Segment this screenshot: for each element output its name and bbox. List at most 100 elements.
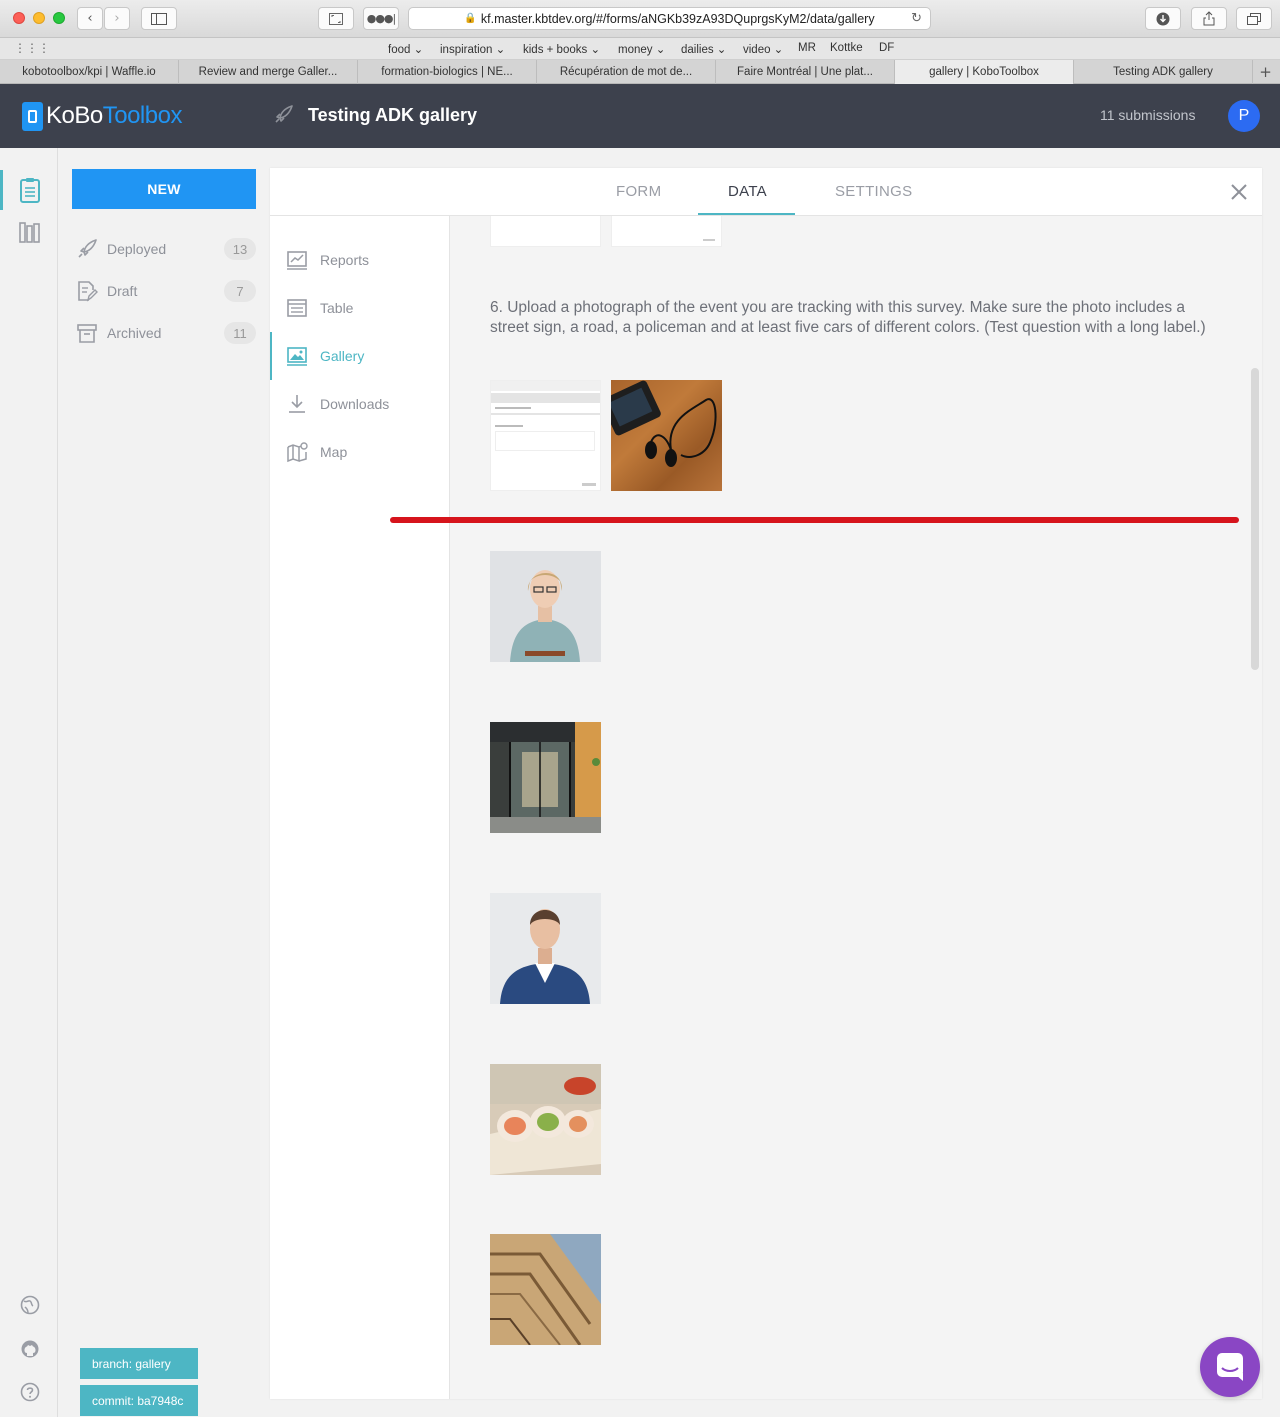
new-button[interactable]: NEW bbox=[72, 169, 256, 209]
forward-button[interactable]: › bbox=[104, 7, 130, 30]
kobo-logo[interactable]: KoBo Toolbox bbox=[22, 101, 182, 131]
browser-tab[interactable]: Review and merge Galler... bbox=[179, 60, 358, 84]
logo-text-kobo: KoBo bbox=[46, 102, 103, 129]
gallery-thumbnail[interactable] bbox=[490, 1234, 601, 1345]
icon-rail bbox=[0, 148, 58, 1417]
gallery-thumbnail[interactable] bbox=[611, 216, 722, 247]
active-tab-underline bbox=[698, 213, 795, 215]
subnav-label: Table bbox=[320, 300, 354, 316]
rocket-icon bbox=[78, 239, 97, 258]
close-icon[interactable] bbox=[1228, 181, 1250, 203]
earphones-photo bbox=[611, 380, 717, 467]
browser-tab-active[interactable]: gallery | KoboToolbox bbox=[895, 60, 1074, 84]
subnav-item-reports[interactable]: Reports bbox=[270, 240, 450, 280]
subnav-label: Gallery bbox=[320, 348, 365, 364]
browser-tab[interactable]: Testing ADK gallery bbox=[1074, 60, 1253, 84]
food-photo bbox=[490, 1064, 601, 1175]
app-header: KoBo Toolbox bbox=[0, 84, 1280, 148]
favorite-link[interactable]: inspiration ⌄ bbox=[440, 42, 505, 56]
minimize-window-button[interactable] bbox=[33, 12, 45, 24]
browser-tab[interactable]: kobotoolbox/kpi | Waffle.io bbox=[0, 60, 179, 84]
gallery-thumbnail[interactable] bbox=[490, 380, 601, 491]
close-window-button[interactable] bbox=[13, 12, 25, 24]
expand-icon bbox=[329, 12, 343, 25]
sidebar-item-label: Archived bbox=[107, 325, 162, 341]
fullscreen-button[interactable] bbox=[318, 7, 354, 30]
commit-badge: commit: ba7948c bbox=[80, 1385, 198, 1416]
share-icon bbox=[1203, 11, 1215, 26]
rocket-icon bbox=[275, 105, 293, 123]
tab-form[interactable]: FORM bbox=[616, 183, 661, 200]
browser-tab[interactable]: formation-biologics | NE... bbox=[358, 60, 537, 84]
gallery-thumbnail[interactable] bbox=[490, 551, 601, 662]
tab-settings[interactable]: SETTINGS bbox=[835, 183, 912, 200]
scrollbar[interactable] bbox=[1251, 368, 1259, 670]
subnav-item-table[interactable]: Table bbox=[270, 288, 450, 328]
chat-button[interactable] bbox=[1200, 1337, 1260, 1397]
tabs-overview-button[interactable] bbox=[1236, 7, 1272, 30]
subnav-label: Downloads bbox=[320, 396, 390, 412]
gallery-thumbnail[interactable] bbox=[490, 893, 601, 1004]
count-badge: 7 bbox=[224, 280, 256, 302]
github-icon[interactable] bbox=[20, 1339, 40, 1359]
reports-icon bbox=[287, 251, 307, 270]
logo-text-toolbox: Toolbox bbox=[102, 102, 183, 129]
building-photo bbox=[490, 1234, 601, 1345]
gallery-thumbnail[interactable] bbox=[490, 216, 601, 247]
browser-tab[interactable]: Récupération de mot de... bbox=[537, 60, 716, 84]
zoom-window-button[interactable] bbox=[53, 12, 65, 24]
portrait-woman-photo bbox=[510, 570, 580, 662]
annotation-red-line bbox=[390, 517, 1239, 523]
table-icon bbox=[287, 299, 307, 317]
favorite-link[interactable]: video ⌄ bbox=[743, 42, 783, 56]
browser-toolbar: ‹ › ●●●| 🔒 kf.master.kbtdev.org/#/forms/… bbox=[0, 0, 1280, 38]
map-icon bbox=[287, 442, 308, 463]
favorite-link[interactable]: MR bbox=[798, 42, 816, 54]
reload-icon[interactable]: ↻ bbox=[911, 11, 922, 26]
gallery-thumbnail[interactable] bbox=[490, 1064, 601, 1175]
sidebar-item-archived[interactable]: Archived 11 bbox=[72, 318, 256, 348]
sidebar-item-draft[interactable]: Draft 7 bbox=[72, 276, 256, 306]
gallery-thumbnail[interactable] bbox=[611, 380, 722, 491]
favorite-link[interactable]: money ⌄ bbox=[618, 42, 665, 56]
subnav-item-gallery[interactable]: Gallery bbox=[270, 336, 450, 376]
avatar[interactable]: P bbox=[1228, 100, 1260, 132]
grid-icon[interactable]: ⋮⋮⋮ bbox=[14, 41, 50, 55]
browser-tab[interactable]: Faire Montréal | Une plat... bbox=[716, 60, 895, 84]
office-interior-photo bbox=[490, 722, 601, 833]
new-tab-icon[interactable]: + bbox=[1253, 60, 1278, 83]
chevron-left-icon: ‹ bbox=[87, 11, 93, 26]
browser-tab-strip: kobotoolbox/kpi | Waffle.io Review and m… bbox=[0, 60, 1280, 84]
project-title: Testing ADK gallery bbox=[308, 105, 478, 125]
tab-data[interactable]: DATA bbox=[728, 183, 767, 200]
library-icon[interactable] bbox=[19, 221, 41, 243]
favorite-link[interactable]: Kottke bbox=[830, 42, 863, 54]
help-icon[interactable] bbox=[20, 1382, 40, 1402]
gallery-thumbnail[interactable] bbox=[490, 722, 601, 833]
favorite-link[interactable]: dailies ⌄ bbox=[681, 42, 726, 56]
language-icon[interactable] bbox=[20, 1295, 40, 1315]
favorite-link[interactable]: DF bbox=[879, 42, 894, 54]
more-button[interactable]: ●●●| bbox=[363, 7, 399, 30]
subnav-item-map[interactable]: Map bbox=[270, 432, 450, 472]
count-badge: 13 bbox=[224, 238, 256, 260]
share-button[interactable] bbox=[1191, 7, 1227, 30]
portrait-man-photo bbox=[500, 909, 590, 1004]
address-bar[interactable]: 🔒 kf.master.kbtdev.org/#/forms/aNGKb39zA… bbox=[408, 7, 931, 30]
logo-mark-icon bbox=[22, 101, 43, 131]
favorite-link[interactable]: food ⌄ bbox=[388, 42, 423, 56]
forms-icon[interactable] bbox=[19, 177, 41, 203]
archive-icon bbox=[77, 324, 97, 343]
sidebar-toggle-button[interactable] bbox=[141, 7, 177, 30]
subnav-item-downloads[interactable]: Downloads bbox=[270, 384, 450, 424]
favorites-bar: ⋮⋮⋮ food ⌄ inspiration ⌄ kids + books ⌄ … bbox=[0, 38, 1280, 60]
favorite-link[interactable]: kids + books ⌄ bbox=[523, 42, 600, 56]
subnav-label: Reports bbox=[320, 252, 370, 268]
downloads-button[interactable] bbox=[1145, 7, 1181, 30]
sidebar-item-deployed[interactable]: Deployed 13 bbox=[72, 234, 256, 264]
back-button[interactable]: ‹ bbox=[77, 7, 103, 30]
lock-icon: 🔒 bbox=[464, 13, 477, 24]
count-badge: 11 bbox=[224, 322, 256, 344]
download-circle-icon bbox=[1156, 12, 1170, 25]
url-text: kf.master.kbtdev.org/#/forms/aNGKb39zA93… bbox=[480, 11, 875, 26]
